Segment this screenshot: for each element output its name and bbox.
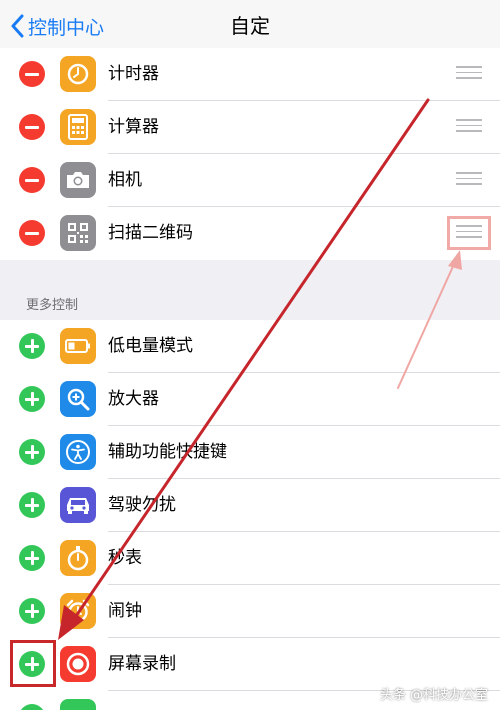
annotation-arrows xyxy=(58,98,462,640)
arrow-to-reorder-handle xyxy=(397,261,456,389)
watermark: 头条 @科技办公室 xyxy=(379,688,488,703)
arrow-to-screen-record xyxy=(70,98,430,624)
arrowhead-pink xyxy=(448,250,462,270)
